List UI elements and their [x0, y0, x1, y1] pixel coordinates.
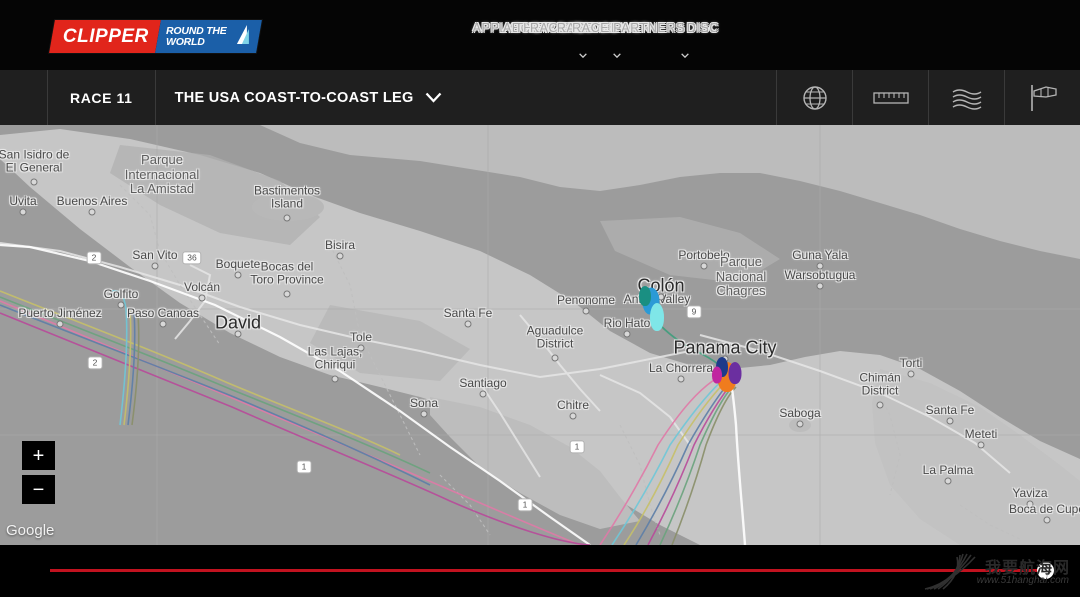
map-place-dot: [796, 420, 804, 428]
watermark-url: www.51hanghai.com: [976, 575, 1069, 586]
chevron-down-icon: [681, 53, 689, 58]
map-place-dot: [623, 330, 631, 338]
map-place-dot: [159, 320, 167, 328]
map-place-dot: [198, 294, 206, 302]
race-number-cell: RACE 11: [48, 70, 156, 125]
map-place-dot: [582, 307, 590, 315]
logo-rtw-line2: WORLD: [165, 35, 205, 48]
map-place-dot: [876, 401, 884, 409]
nav-label: APPLY: [472, 21, 515, 35]
clipper-logo[interactable]: CLIPPER ROUND THE WORLD: [49, 20, 263, 53]
zoom-in-button[interactable]: +: [22, 441, 55, 470]
logo-rtw-line1: ROUND THE: [165, 25, 227, 37]
map-place-dot: [569, 412, 577, 420]
route-shield: 2: [87, 356, 103, 370]
map-place-dot: [117, 301, 125, 309]
map-canvas: [0, 125, 1080, 545]
map-place-dot: [88, 208, 96, 216]
ruler-icon: [872, 91, 909, 104]
map-place-dot: [420, 410, 428, 418]
nav-item-discover[interactable]: DISC: [687, 0, 736, 70]
chevron-down-icon: [613, 53, 621, 58]
route-shield: 1: [569, 440, 585, 454]
watermark-rays-icon: [924, 553, 976, 590]
logo-rtw-block: ROUND THE WORLD: [154, 20, 263, 53]
map-place-dot: [700, 262, 708, 270]
route-shield: 1: [517, 498, 533, 512]
boat-panama-magenta[interactable]: [712, 366, 722, 384]
logo-clipper-block: CLIPPER: [49, 20, 161, 53]
map-place-dot: [816, 282, 824, 290]
sail-boat-icon: [237, 24, 250, 44]
map-place-dot: [30, 178, 38, 186]
map-place-dot: [151, 262, 159, 270]
boat-colon-3[interactable]: [650, 303, 664, 331]
boat-colon-2[interactable]: [639, 286, 651, 306]
site-watermark: 我要航海网 www.51hanghai.com: [921, 549, 1076, 593]
ruler-tool-button[interactable]: [852, 70, 928, 125]
map-place-dot: [464, 320, 472, 328]
map-place-dot: [977, 441, 985, 449]
globe-icon: [802, 85, 827, 110]
nav-item-race-viewer[interactable]: RACE VIEWER: [557, 0, 668, 70]
leg-selector[interactable]: THE USA COAST-TO-COAST LEG: [156, 70, 776, 125]
map-place-dot: [677, 375, 685, 383]
map-tool-buttons: [776, 70, 1080, 125]
map-place-dot: [551, 354, 559, 362]
map-place-dot: [479, 390, 487, 398]
nav-item-race-partners[interactable]: RACE PARTNERS: [572, 0, 702, 70]
route-shield: 2: [86, 251, 102, 265]
logo-clipper-text: CLIPPER: [63, 25, 149, 47]
route-shield: 9: [686, 305, 702, 319]
leg-name-label: THE USA COAST-TO-COAST LEG: [174, 89, 414, 106]
race-toolbar-left-spacer: [0, 70, 48, 125]
globe-tool-button[interactable]: [776, 70, 852, 125]
windsock-tool-button[interactable]: [1004, 70, 1080, 125]
map-place-dot: [283, 214, 291, 222]
map-place-dot: [331, 375, 339, 383]
nav-items: APPLY ABOUT THE RACE RACE TEAMS RACE VIE…: [473, 0, 736, 70]
map-place-dot: [1043, 516, 1051, 524]
top-navigation-bar: CLIPPER ROUND THE WORLD APPLY ABOUT THE …: [0, 0, 1080, 70]
route-shield: 1: [296, 460, 312, 474]
race-toolbar: RACE 11 THE USA COAST-TO-COAST LEG: [0, 70, 1080, 125]
nav-item-apply[interactable]: APPLY: [473, 0, 532, 70]
map-place-dot: [234, 271, 242, 279]
map-zoom-controls: + −: [22, 441, 55, 509]
map-place-dot: [234, 330, 242, 338]
map-place-dot: [357, 344, 365, 352]
map-place-dot: [19, 208, 27, 216]
nav-item-about[interactable]: ABOUT: [503, 0, 566, 70]
playback-timeline: 我要航海网 www.51hanghai.com: [0, 545, 1080, 597]
route-shield: 36: [182, 251, 202, 265]
waves-tool-button[interactable]: [928, 70, 1004, 125]
timeline-track[interactable]: [50, 569, 1050, 572]
chevron-down-icon: [425, 92, 441, 103]
chevron-down-icon: [579, 53, 587, 58]
map-place-dot: [907, 370, 915, 378]
map-place-dot: [283, 290, 291, 298]
waves-icon: [952, 88, 981, 110]
nav-item-the-race[interactable]: THE RACE: [515, 0, 600, 70]
race-viewer-page: CLIPPER ROUND THE WORLD APPLY ABOUT THE …: [0, 0, 1080, 597]
map-place-dot: [336, 252, 344, 260]
race-number-label: RACE 11: [70, 89, 133, 106]
map-place-dot: [56, 320, 64, 328]
map-place-dot: [1026, 500, 1034, 508]
map-place-dot: [946, 417, 954, 425]
google-attribution: Google: [6, 522, 55, 539]
boat-panama-purple[interactable]: [728, 362, 742, 384]
race-map[interactable]: San Isidro de El General Parque Internacion…: [0, 125, 1080, 545]
windsock-icon: [1030, 84, 1057, 111]
map-place-dot: [816, 262, 824, 270]
zoom-out-button[interactable]: −: [22, 475, 55, 504]
nav-item-race-teams[interactable]: RACE TEAMS: [530, 0, 634, 70]
map-place-dot: [944, 477, 952, 485]
